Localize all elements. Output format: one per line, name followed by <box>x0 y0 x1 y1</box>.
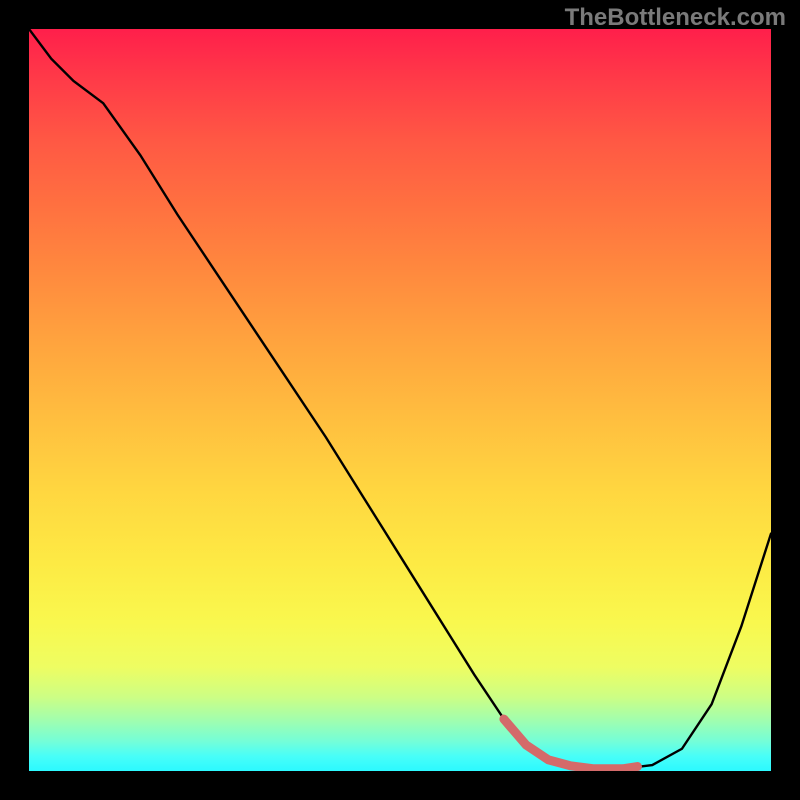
optimal-range-marker <box>504 719 638 769</box>
chart-curves <box>29 29 771 771</box>
watermark-text: TheBottleneck.com <box>565 4 786 32</box>
bottleneck-curve <box>29 29 771 769</box>
chart-plot-area <box>29 29 771 771</box>
